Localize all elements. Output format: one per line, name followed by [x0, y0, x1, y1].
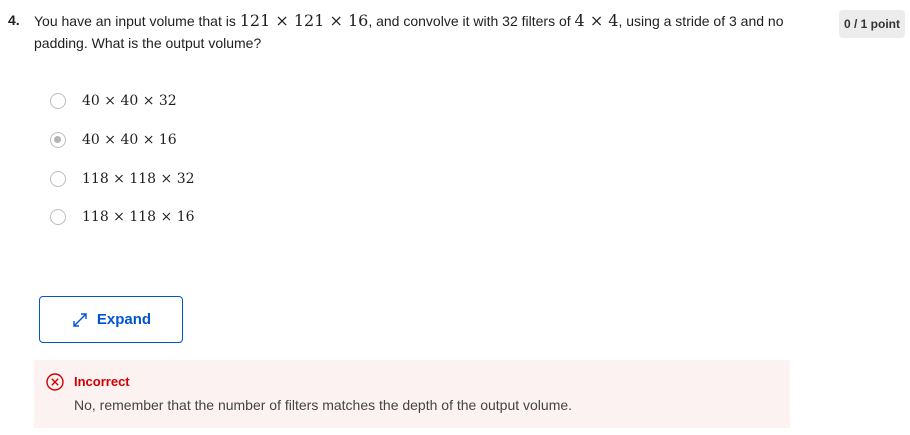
- feedback-message: No, remember that the number of filters …: [74, 397, 573, 413]
- question-math-filter-size: 4 × 4: [574, 11, 619, 30]
- option-3[interactable]: 118 × 118 × 32: [50, 168, 195, 190]
- option-1[interactable]: 40 × 40 × 32: [50, 90, 177, 112]
- option-label: 40 × 40 × 16: [82, 132, 177, 148]
- feedback-status: Incorrect: [74, 374, 130, 389]
- radio-button[interactable]: [50, 171, 66, 187]
- option-2[interactable]: 40 × 40 × 16: [50, 129, 177, 151]
- question-math-input-volume: 121 × 121 × 16: [239, 11, 369, 30]
- question-text-part: You have an input volume that is: [34, 13, 240, 29]
- option-label: 118 × 118 × 32: [82, 171, 195, 187]
- feedback-panel: Incorrect No, remember that the number o…: [34, 360, 790, 428]
- option-label: 118 × 118 × 16: [82, 209, 195, 225]
- expand-button[interactable]: Expand: [39, 296, 183, 343]
- question-text: You have an input volume that is 121 × 1…: [34, 10, 794, 54]
- expand-label: Expand: [96, 311, 152, 328]
- radio-button[interactable]: [50, 93, 66, 109]
- option-label: 40 × 40 × 32: [82, 93, 177, 109]
- expand-arrows-icon: [73, 312, 87, 327]
- radio-button[interactable]: [50, 209, 66, 225]
- points-badge: 0 / 1 point: [839, 10, 905, 38]
- x-circle-icon: [46, 373, 64, 391]
- question-number: 4.: [8, 12, 20, 28]
- radio-button-selected[interactable]: [50, 132, 66, 148]
- question-text-part: , and convolve it with 32 filters of: [368, 13, 575, 29]
- option-4[interactable]: 118 × 118 × 16: [50, 206, 195, 228]
